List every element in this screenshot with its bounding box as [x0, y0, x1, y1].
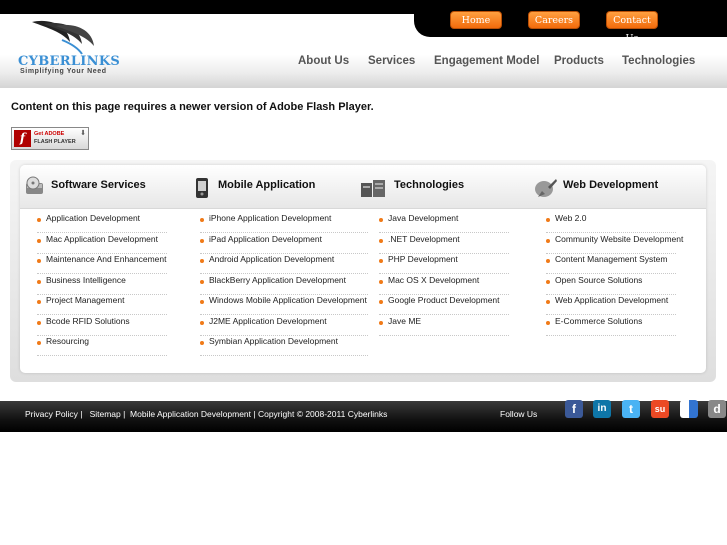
nav-technologies[interactable]: Technologies [622, 55, 695, 67]
bullet-icon [200, 239, 204, 243]
stumbleupon-icon[interactable]: su [651, 400, 669, 418]
list-item[interactable]: Content Management System [546, 254, 676, 274]
mobile-phone-icon [196, 178, 208, 198]
list-item[interactable]: Bcode RFID Solutions [37, 316, 167, 336]
mobile-application-link[interactable]: Mobile Application Development [130, 409, 251, 419]
bullet-icon [546, 259, 550, 263]
list-item[interactable]: iPad Application Development [200, 234, 368, 254]
list-item[interactable]: Mac OS X Development [379, 275, 509, 295]
nav-services[interactable]: Services [368, 55, 415, 67]
server-icon [361, 180, 385, 197]
list-item[interactable]: Android Application Development [200, 254, 368, 274]
list-item[interactable]: E-Commerce Solutions [546, 316, 676, 336]
download-arrow-icon: ⬇ [80, 130, 86, 137]
software-services-title: Software Services [51, 179, 146, 191]
bullet-icon [37, 239, 41, 243]
follow-us-label: Follow Us [500, 409, 538, 419]
nav-products[interactable]: Products [554, 55, 604, 67]
web-development-title: Web Development [563, 179, 659, 191]
list-item[interactable]: Java Development [379, 213, 509, 233]
list-item[interactable]: Web Application Development [546, 295, 676, 315]
bullet-icon [546, 218, 550, 222]
separator: | [77, 409, 90, 419]
sitemap-link[interactable]: Sitemap [90, 409, 121, 419]
bullet-icon [379, 239, 383, 243]
logo-swoosh-icon [32, 20, 94, 55]
list-item[interactable]: BlackBerry Application Development [200, 275, 368, 295]
bullet-icon [379, 280, 383, 284]
disc-drive-icon [26, 176, 43, 194]
list-item[interactable]: J2ME Application Development [200, 316, 368, 336]
bullet-icon [546, 300, 550, 304]
bullet-icon [379, 321, 383, 325]
brand-name: CYBERLINKS [18, 54, 121, 69]
nav-engagement-model[interactable]: Engagement Model [434, 55, 539, 67]
list-item[interactable]: Open Source Solutions [546, 275, 676, 295]
delicious-icon[interactable] [680, 400, 698, 418]
bullet-icon [200, 259, 204, 263]
facebook-icon[interactable]: f [565, 400, 583, 418]
list-item[interactable]: Application Development [37, 213, 167, 233]
separator: | [120, 409, 131, 419]
get-flash-player-button[interactable]: f Get ADOBE FLASH PLAYER ⬇ [11, 127, 89, 150]
flash-button-line2: FLASH PLAYER [34, 139, 76, 145]
flash-required-message: Content on this page requires a newer ve… [11, 101, 374, 113]
bullet-icon [37, 218, 41, 222]
logo[interactable]: CYBERLINKS Simplifying Your Need [18, 18, 122, 76]
bullet-icon [37, 341, 41, 345]
bullet-icon [37, 280, 41, 284]
bullet-icon [37, 300, 41, 304]
list-item[interactable]: Web 2.0 [546, 213, 676, 233]
list-item[interactable]: Symbian Application Development [200, 336, 368, 356]
list-item[interactable]: Mac Application Development [37, 234, 167, 254]
separator: | [251, 409, 258, 419]
bullet-icon [200, 341, 204, 345]
flash-player-icon: f [14, 130, 31, 147]
list-item[interactable]: Windows Mobile Application Development [200, 295, 368, 315]
home-button[interactable]: Home [450, 11, 502, 29]
linkedin-icon[interactable]: in [593, 400, 611, 418]
list-item[interactable]: Community Website Development [546, 234, 683, 254]
bullet-icon [379, 259, 383, 263]
footer-links: Privacy Policy | Sitemap | Mobile Applic… [25, 409, 387, 419]
copyright-text: Copyright © 2008-2011 Cyberlinks [257, 409, 388, 419]
careers-button[interactable]: Careers [528, 11, 580, 29]
page: CYBERLINKS Simplifying Your Need Home Ca… [0, 0, 727, 545]
list-item[interactable]: Resourcing [37, 336, 167, 356]
digg-icon[interactable]: d [708, 400, 726, 418]
list-item[interactable]: Business Intelligence [37, 275, 167, 295]
bullet-icon [546, 280, 550, 284]
technologies-title: Technologies [394, 179, 465, 191]
bullet-icon [379, 218, 383, 222]
bullet-icon [37, 321, 41, 325]
list-item[interactable]: Maintenance And Enhancement [37, 254, 167, 274]
bullet-icon [379, 300, 383, 304]
list-item[interactable]: Google Product Development [379, 295, 509, 315]
privacy-policy-link[interactable]: Privacy Policy [25, 409, 78, 419]
list-item[interactable]: Jave ME [379, 316, 509, 336]
bullet-icon [546, 321, 550, 325]
bullet-icon [200, 218, 204, 222]
bullet-icon [546, 239, 550, 243]
twitter-icon[interactable]: t [622, 400, 640, 418]
bullet-icon [200, 321, 204, 325]
flash-button-line1: Get ADOBE [34, 131, 65, 137]
list-item[interactable]: PHP Development [379, 254, 509, 274]
mobile-application-title: Mobile Application [218, 179, 316, 191]
pen-tool-icon [535, 179, 557, 197]
list-item[interactable]: iPhone Application Development [200, 213, 368, 233]
list-item[interactable]: .NET Development [379, 234, 509, 254]
bullet-icon [200, 300, 204, 304]
nav-about-us[interactable]: About Us [298, 55, 349, 67]
brand-tagline: Simplifying Your Need [20, 68, 107, 75]
bullet-icon [200, 280, 204, 284]
bullet-icon [37, 259, 41, 263]
contact-us-button[interactable]: Contact Us [606, 11, 658, 44]
list-item[interactable]: Project Management [37, 295, 167, 315]
